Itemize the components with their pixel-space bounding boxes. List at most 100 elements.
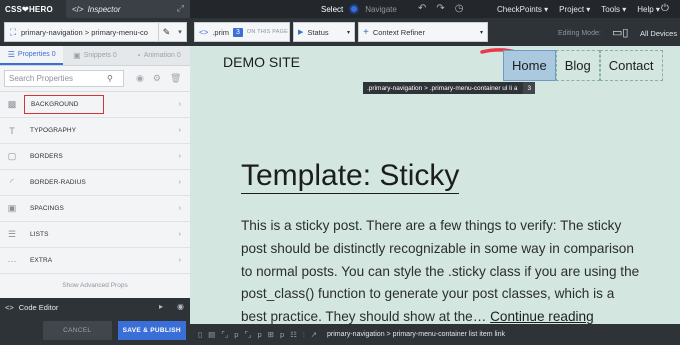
property-typography[interactable]: T TYPOGRAPHY › <box>0 118 190 144</box>
property-label: BORDERS <box>30 153 63 160</box>
menu-checkpoints[interactable]: CheckPoints ▾ <box>497 5 548 14</box>
mode-toggle[interactable] <box>349 4 360 14</box>
property-label: TYPOGRAPHY <box>30 127 77 134</box>
property-list: ▩ BACKGROUND › T TYPOGRAPHY › ▢ BORDERS … <box>0 92 190 274</box>
code-editor-controls: ▸ ◉ <box>159 302 184 311</box>
chevron-down-icon[interactable]: ▾ <box>174 28 186 36</box>
top-menu: CheckPoints ▾ Project ▾ Tools ▾ Help ▾ <box>497 0 660 18</box>
top-bar: CSS❤HERO </> Inspector ⤢ Select Navigate… <box>0 0 680 18</box>
crumb-item[interactable]: p <box>234 330 238 339</box>
external-link-icon[interactable]: ↗ <box>311 330 317 339</box>
eye-icon[interactable]: ◉ <box>177 302 184 311</box>
post-title[interactable]: Template: Sticky <box>241 159 460 194</box>
play-icon[interactable]: ▸ <box>159 302 163 311</box>
search-icon[interactable]: ⚲ <box>107 74 113 83</box>
list-icon[interactable]: ☷ <box>290 330 297 339</box>
redo-icon[interactable]: ↷ <box>436 3 444 14</box>
selector-text: primary-navigation > primary-menu-co <box>21 27 148 37</box>
action-buttons: CANCEL SAVE & PUBLISH <box>0 316 190 345</box>
editing-mode-label: Editing Mode: <box>558 30 601 37</box>
crumb-item[interactable]: p <box>257 330 261 339</box>
property-lists[interactable]: ☰ LISTS › <box>0 222 190 248</box>
property-label: BACKGROUND <box>24 95 104 114</box>
tab-snippets[interactable]: ▣ Snippets 0 <box>63 46 126 65</box>
nav-item-contact[interactable]: Contact <box>599 50 663 81</box>
layout-icon[interactable]: ▤ <box>208 330 215 339</box>
inspector-tab-label: Inspector <box>87 4 121 14</box>
tooltip-count: 3 <box>523 82 536 94</box>
menu-tools[interactable]: Tools ▾ <box>601 5 626 14</box>
mode-switch: Select Navigate <box>321 0 397 18</box>
frame-icon[interactable]: ⌜⌟ <box>244 330 251 339</box>
frame-icon[interactable]: ⌜⌟ <box>221 330 228 339</box>
tab-properties[interactable]: ☰ Properties 0 <box>0 46 64 65</box>
chevron-right-icon: › <box>178 127 181 134</box>
code-brackets-icon: <> <box>199 27 209 37</box>
chevron-right-icon: › <box>178 205 181 212</box>
inspector-tab[interactable]: </> Inspector ⤢ <box>66 0 190 18</box>
panel-icon[interactable]: ▯ <box>198 330 202 339</box>
search-input[interactable] <box>5 71 107 86</box>
tab-animation-label: Animation 0 <box>143 52 181 59</box>
status-dropdown[interactable]: ▶ Status ▾ <box>293 22 355 42</box>
cancel-button[interactable]: CANCEL <box>43 321 112 340</box>
borders-icon: ▢ <box>7 151 17 161</box>
property-label: BORDER-RADIUS <box>30 179 86 186</box>
prim-count-badge: 3 <box>233 27 243 37</box>
context-refiner-dropdown[interactable]: + Context Refiner ▾ <box>358 22 488 42</box>
property-spacings[interactable]: ▣ SPACINGS › <box>0 196 190 222</box>
show-advanced-props[interactable]: Show Advanced Props <box>0 274 190 296</box>
sliders-icon: ☰ <box>7 50 15 59</box>
search-actions: ◉ ⚙ 🗑 <box>136 73 181 84</box>
chevron-down-icon: ▾ <box>479 29 483 36</box>
site-title[interactable]: DEMO SITE <box>223 54 300 70</box>
target-icon: ⛶ <box>9 26 17 37</box>
chevron-right-icon: › <box>178 153 181 160</box>
selector-tooltip: .primary-navigation > .primary-menu-cont… <box>363 82 536 94</box>
history-controls: ↶ ↷ ◷ <box>418 3 464 14</box>
properties-panel: ☰ Properties 0 ▣ Snippets 0 ◔ Animation … <box>0 46 190 345</box>
settings-icon[interactable]: ⚙ <box>153 73 161 84</box>
power-icon[interactable]: ⏻ <box>661 3 669 14</box>
eye-icon[interactable]: ◉ <box>136 73 144 84</box>
select-mode-label[interactable]: Select <box>321 5 343 14</box>
nav-item-home[interactable]: Home <box>503 50 556 81</box>
selector-field[interactable]: ⛶ primary-navigation > primary-menu-co ✎… <box>4 22 187 42</box>
expand-icon[interactable]: ⤢ <box>177 3 184 14</box>
on-this-page-label: ON THIS PAGE <box>246 29 288 35</box>
chevron-right-icon: › <box>178 101 181 108</box>
status-label: Status <box>307 27 329 37</box>
pencil-icon[interactable]: ✎ <box>158 23 174 41</box>
grid-icon[interactable]: ⊞ <box>268 330 274 339</box>
menu-help[interactable]: Help ▾ <box>637 5 660 14</box>
property-extra[interactable]: ··· EXTRA › <box>0 248 190 274</box>
menu-project[interactable]: Project ▾ <box>559 5 590 14</box>
undo-icon[interactable]: ↶ <box>418 3 426 14</box>
property-label: EXTRA <box>30 257 53 264</box>
selector-toolbar: ⛶ primary-navigation > primary-menu-co ✎… <box>0 18 680 46</box>
trash-icon[interactable]: 🗑 <box>170 73 181 84</box>
nav-item-blog[interactable]: Blog <box>555 50 600 81</box>
tab-snippets-label: Snippets 0 <box>83 52 117 59</box>
typography-icon: T <box>9 125 15 136</box>
extra-icon: ··· <box>7 255 17 266</box>
code-editor-label: Code Editor <box>18 302 59 312</box>
continue-reading-link[interactable]: Continue reading <box>490 309 594 324</box>
prim-selector[interactable]: <> .prim 3 ON THIS PAGE <box>194 22 290 42</box>
tab-animation[interactable]: ◔ Animation 0 <box>127 46 190 65</box>
property-border-radius[interactable]: ◜ BORDER-RADIUS › <box>0 170 190 196</box>
animation-icon: ◔ <box>135 51 141 60</box>
history-icon[interactable]: ◷ <box>455 3 464 14</box>
property-background[interactable]: ▩ BACKGROUND › <box>0 92 190 118</box>
property-label: LISTS <box>30 231 49 238</box>
crumb-item[interactable]: p <box>280 330 284 339</box>
primary-navigation: Home Blog Contact <box>503 50 663 81</box>
property-borders[interactable]: ▢ BORDERS › <box>0 144 190 170</box>
navigate-mode-label[interactable]: Navigate <box>365 5 397 14</box>
brand-logo: CSS❤HERO <box>0 0 66 18</box>
save-publish-button[interactable]: SAVE & PUBLISH <box>117 321 186 340</box>
devices-icon[interactable]: ▭▯ <box>612 26 628 39</box>
all-devices-button[interactable]: All Devices <box>640 29 677 38</box>
code-editor-bar[interactable]: <> Code Editor ▸ ◉ <box>0 298 190 316</box>
nav-icon[interactable]: ⫶ <box>303 330 305 340</box>
